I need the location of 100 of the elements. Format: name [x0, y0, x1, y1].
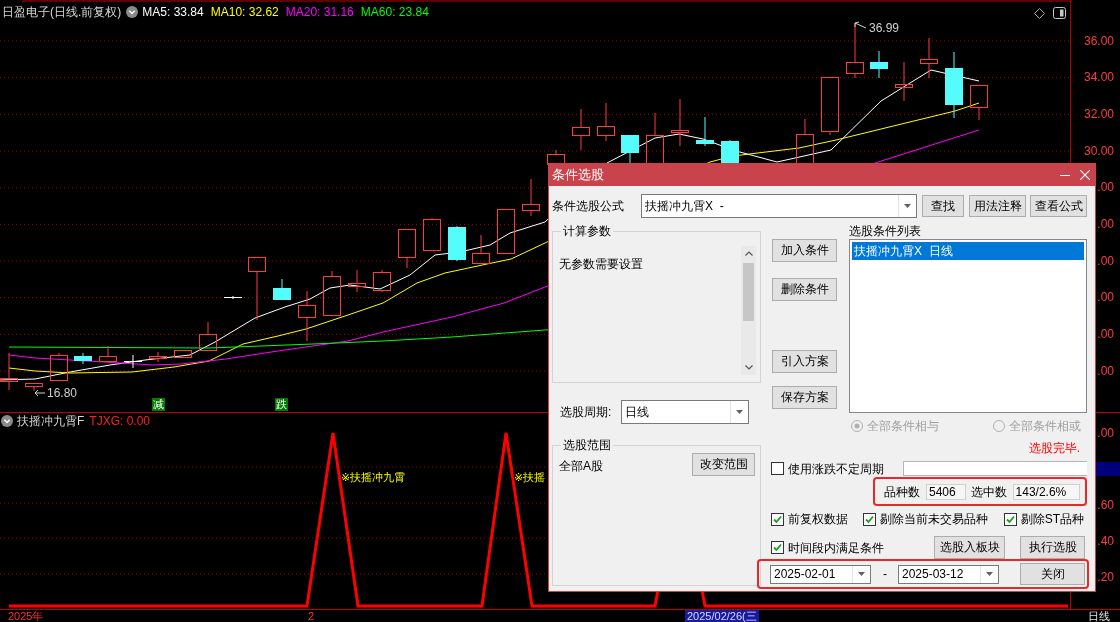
sidebar-icon[interactable]	[1053, 7, 1066, 19]
condition-button[interactable]: 删除条件	[772, 278, 837, 301]
action-button[interactable]: 选股入板块	[934, 536, 1005, 559]
caret-icon	[904, 204, 911, 208]
rising-candle	[373, 269, 391, 293]
checkbox[interactable]	[863, 512, 877, 526]
toolbar-button[interactable]: 查看公式	[1030, 195, 1087, 217]
signal-tag: 减	[152, 398, 165, 411]
input-field[interactable]	[903, 461, 1087, 476]
moving-average-value: MA10: 32.62	[210, 4, 279, 20]
signal-label: ※扶摇	[514, 470, 546, 484]
dropdown-icon[interactable]	[126, 6, 139, 18]
time-axis-label: 2025年	[8, 610, 44, 622]
period-dropdown[interactable]: 日线	[621, 400, 749, 424]
price-axis-label: 34.00	[1083, 70, 1114, 85]
low-price-label: 16.80	[47, 387, 78, 400]
rising-candle	[522, 178, 540, 217]
checkbox-label[interactable]: 剔除当前未交易品种	[880, 512, 989, 526]
diamond-icon[interactable]	[1034, 7, 1045, 19]
high-price-label: 36.99	[869, 22, 900, 35]
scrollbar[interactable]	[741, 246, 756, 375]
rising-candle	[646, 112, 664, 165]
checkbox[interactable]	[771, 512, 784, 526]
formula-label: 条件选股公式	[552, 199, 625, 213]
price-axis-label: .00	[1097, 290, 1114, 305]
falling-candle	[870, 50, 888, 79]
checkbox[interactable]	[771, 541, 784, 554]
chevron-up-icon[interactable]	[744, 251, 753, 256]
start-date-dropdown[interactable]: 2025-02-01	[770, 564, 871, 584]
close-icon	[1080, 170, 1090, 180]
rising-candle	[348, 269, 366, 293]
rising-candle	[821, 77, 839, 136]
indicator-axis-label: .20	[1097, 570, 1114, 584]
price-axis-label: .00	[1097, 327, 1114, 342]
indicator-axis-label: .60	[1097, 498, 1114, 512]
price-axis-label: .00	[1097, 253, 1114, 268]
checkbox-label[interactable]: 剔除ST品种	[1020, 512, 1084, 526]
count-field: 143/2.6%	[1012, 483, 1080, 500]
indicator-name: 扶摇冲九霄F	[17, 414, 85, 428]
toolbar-button[interactable]: 查找	[922, 195, 964, 217]
rising-candle	[0, 352, 18, 391]
status-text: 选股完毕.	[1028, 441, 1080, 455]
price-axis-label: .00	[1097, 217, 1114, 232]
falling-candle	[621, 135, 639, 165]
period-label: 选股周期:	[559, 405, 613, 419]
checkbox-label[interactable]: 使用涨跌不定周期	[788, 461, 884, 476]
toolbar-button[interactable]: 用法注释	[969, 195, 1026, 217]
group-title: 选股范围	[562, 438, 612, 452]
rising-candle	[796, 118, 814, 165]
caret-icon	[986, 572, 993, 576]
rising-candle	[671, 98, 689, 147]
condition-list-title: 选股条件列表	[849, 224, 922, 238]
rising-candle	[572, 108, 590, 151]
rising-candle	[970, 85, 988, 121]
count-label: 选中数	[970, 484, 1007, 499]
rising-candle	[398, 229, 416, 269]
condition-list-item[interactable]: 扶摇冲九霄X 日线	[852, 242, 1084, 260]
minimize-icon	[1060, 174, 1070, 176]
price-axis-label: 32.00	[1083, 107, 1114, 122]
rising-candle	[199, 321, 217, 352]
condition-button[interactable]: 引入方案	[772, 350, 837, 373]
rising-candle	[323, 270, 341, 316]
rising-candle	[149, 351, 167, 363]
close-dialog-button[interactable]: 关闭	[1020, 563, 1085, 585]
group-title: 计算参数	[562, 224, 612, 238]
moving-average-value: MA60: 23.84	[360, 4, 429, 20]
indicator-reading: TJXG: 0.00	[89, 414, 151, 428]
rising-candle	[597, 102, 615, 142]
condition-button[interactable]: 保存方案	[772, 386, 837, 409]
condition-button[interactable]: 加入条件	[772, 239, 837, 262]
action-button[interactable]: 执行选股	[1020, 536, 1085, 559]
falling-candle	[945, 51, 963, 119]
checkbox-label[interactable]: 时间段内满足条件	[788, 540, 884, 555]
falling-candle	[721, 139, 739, 164]
scrollbar-thumb[interactable]	[743, 263, 754, 321]
falling-candle	[273, 278, 291, 300]
checkbox[interactable]	[1003, 512, 1017, 526]
chevron-down-icon[interactable]	[744, 365, 753, 370]
rising-candle	[174, 350, 192, 359]
price-axis-label: .00	[1097, 180, 1114, 195]
checkbox[interactable]	[771, 462, 784, 475]
indicator-axis-label: .40	[1097, 534, 1114, 548]
moving-average-value: MA5: 33.84	[142, 4, 204, 20]
scope-text: 全部A股	[559, 459, 603, 473]
value-marker	[1096, 462, 1120, 476]
count-field: 5406	[926, 483, 966, 500]
doji-candle	[123, 354, 143, 369]
change-scope-button[interactable]: 改变范围	[692, 453, 755, 476]
indicator-axis-label: .00	[1097, 426, 1114, 440]
doji-candle	[223, 295, 243, 300]
checkbox-label[interactable]: 前复权数据	[788, 512, 848, 526]
dropdown-icon[interactable]	[1, 415, 13, 427]
end-date-dropdown[interactable]: 2025-03-12	[898, 564, 999, 584]
rising-candle	[423, 217, 441, 251]
rising-candle	[497, 209, 515, 254]
falling-candle	[74, 352, 92, 365]
formula-dropdown[interactable]: 扶摇冲九霄X -	[641, 194, 917, 218]
rising-candle	[50, 352, 68, 382]
leader-arrow	[854, 21, 867, 29]
caret-icon	[736, 410, 743, 414]
